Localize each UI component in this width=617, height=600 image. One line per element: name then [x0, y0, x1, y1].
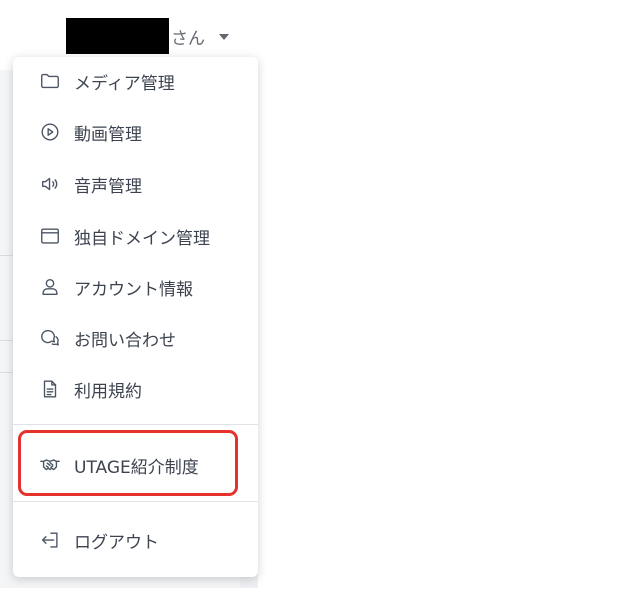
menu-item-logout[interactable]: ログアウト — [13, 518, 258, 562]
document-icon — [38, 377, 62, 401]
menu-item-label: 利用規約 — [74, 381, 142, 402]
menu-item-contact[interactable]: お問い合わせ — [13, 316, 258, 360]
menu-item-label: 独自ドメイン管理 — [74, 228, 210, 249]
caret-down-icon — [219, 34, 229, 40]
background-divider — [0, 255, 14, 256]
speaker-icon — [38, 172, 62, 196]
user-dropdown-menu: メディア管理 動画管理 音声管理 独自ドメイン管理 アカウント情報 お問い合わせ… — [13, 57, 258, 577]
menu-item-label: ログアウト — [74, 532, 159, 553]
logout-icon — [38, 528, 62, 552]
menu-item-label: 動画管理 — [74, 124, 142, 145]
play-circle-icon — [38, 120, 62, 144]
menu-item-label: アカウント情報 — [74, 279, 193, 300]
menu-item-media[interactable]: メディア管理 — [13, 59, 258, 103]
menu-item-custom-domain[interactable]: 独自ドメイン管理 — [13, 214, 258, 258]
user-icon — [38, 275, 62, 299]
menu-item-audio[interactable]: 音声管理 — [13, 162, 258, 206]
menu-item-label: メディア管理 — [74, 73, 175, 94]
user-menu-trigger[interactable]: さん — [66, 16, 229, 56]
handshake-icon — [38, 453, 62, 477]
menu-item-account[interactable]: アカウント情報 — [13, 265, 258, 309]
background-divider — [0, 372, 14, 373]
menu-item-label: 音声管理 — [74, 176, 142, 197]
user-suffix: さん — [171, 28, 205, 49]
chat-bubbles-icon — [38, 326, 62, 350]
menu-item-referral[interactable]: UTAGE紹介制度 — [13, 443, 258, 487]
folder-icon — [38, 69, 62, 93]
background-divider — [0, 340, 14, 341]
menu-divider — [13, 424, 258, 425]
page: さん メディア管理 動画管理 音声管理 独自ドメイン管理 アカウント情報 お問い… — [0, 0, 617, 600]
menu-item-label: UTAGE紹介制度 — [74, 457, 199, 478]
menu-item-video[interactable]: 動画管理 — [13, 110, 258, 154]
user-name-redacted — [66, 18, 169, 54]
browser-window-icon — [38, 224, 62, 248]
menu-item-label: お問い合わせ — [74, 330, 176, 351]
menu-divider — [13, 501, 258, 502]
menu-item-terms[interactable]: 利用規約 — [13, 367, 258, 411]
